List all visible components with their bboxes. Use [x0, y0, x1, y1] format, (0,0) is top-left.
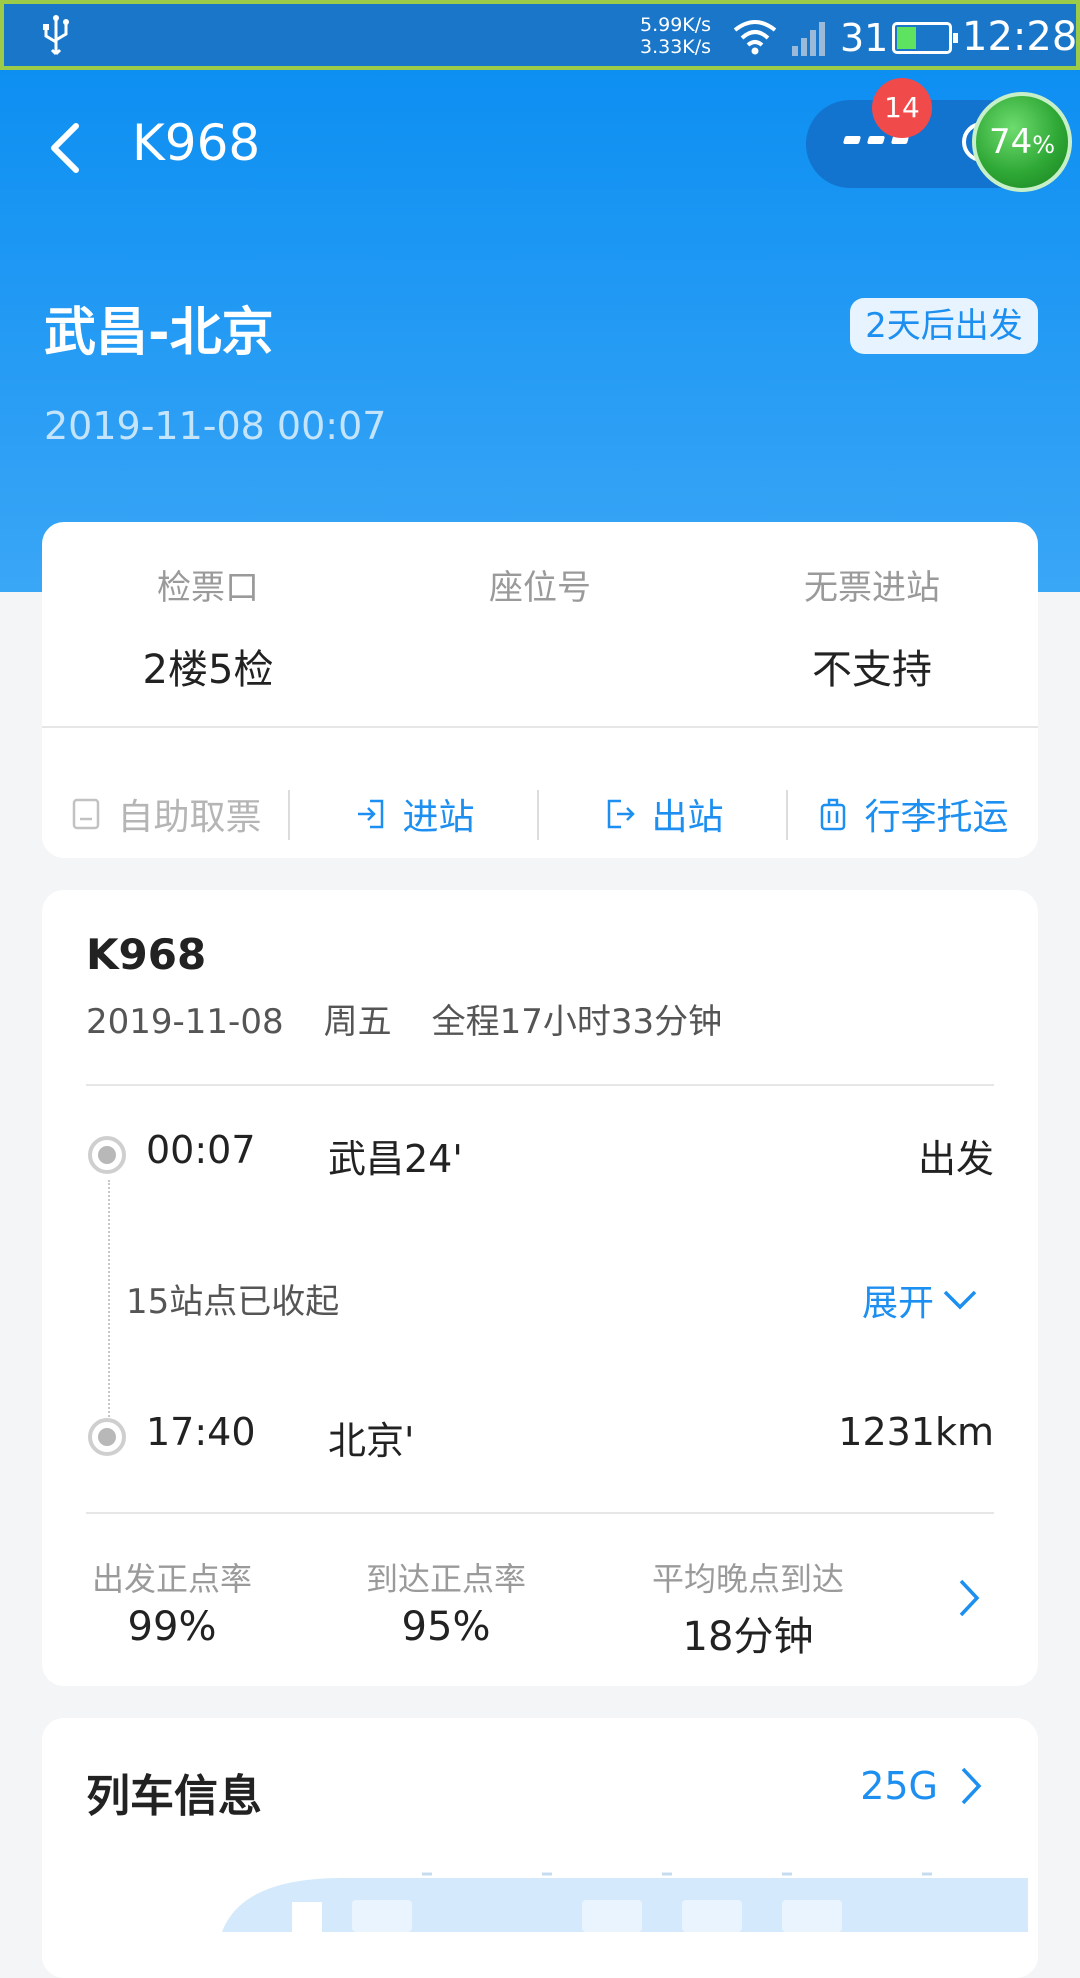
train-info-card: 列车信息 25G: [42, 1718, 1038, 1978]
arrive-stop-dot: [88, 1418, 126, 1456]
divider: [86, 1512, 994, 1514]
back-icon[interactable]: [48, 122, 82, 174]
action-separator: [288, 790, 290, 840]
collapsed-stops-text: 15站点已收起: [126, 1282, 340, 1322]
exit-icon: [608, 799, 636, 829]
battery-icon: [892, 22, 958, 54]
progress-value: 74: [988, 122, 1033, 162]
depart-countdown-badge: 2天后出发: [850, 298, 1038, 354]
baggage-checkin-button[interactable]: 行李托运: [789, 766, 1038, 862]
progress-unit: %: [1032, 131, 1056, 159]
route-title: 武昌-北京: [44, 303, 274, 363]
gate-label: 检票口: [157, 568, 259, 608]
no-ticket-entry-value: 不支持: [812, 647, 932, 693]
chevron-right-icon[interactable]: [958, 1578, 980, 1618]
arrive-rate-value: 95%: [401, 1604, 491, 1650]
action-separator: [537, 790, 539, 840]
battery-tip: [953, 33, 958, 43]
depart-rate-label: 出发正点率: [91, 1560, 252, 1598]
route-datetime: 2019-11-08 00:07: [44, 404, 387, 448]
station-actions: 自助取票 进站 出站 行李托运: [42, 766, 1038, 862]
timeline-line: [108, 1180, 110, 1440]
speed-down: 5.99K/s: [640, 14, 712, 36]
wifi-icon: [733, 20, 777, 55]
average-delay: 平均晚点到达 18分钟: [628, 1554, 868, 1662]
train-number: K968: [86, 930, 207, 979]
action-separator: [786, 790, 788, 840]
ticket-machine-icon: [73, 798, 100, 830]
expand-stops-button[interactable]: 展开: [862, 1274, 978, 1326]
chevron-down-icon: [943, 1290, 977, 1310]
depart-rate-value: 99%: [127, 1604, 217, 1650]
depart-station: 武昌24': [328, 1137, 463, 1181]
usb-icon: [43, 15, 69, 56]
notification-badge: 14: [872, 78, 932, 138]
arrive-rate-label: 到达正点率: [365, 1560, 526, 1598]
depart-label: 出发: [917, 1137, 994, 1181]
gate-value: 2楼5检: [142, 647, 274, 693]
ticket-info-card: 检票口 2楼5检 座位号 无票进站 不支持 自助取票 进站 出站 行李托运: [42, 522, 1038, 858]
floating-progress-ball[interactable]: 74%: [972, 92, 1072, 192]
train-weekday: 周五: [323, 1002, 392, 1042]
no-ticket-entry-label: 无票进站: [804, 568, 940, 608]
train-date: 2019-11-08: [86, 1002, 284, 1042]
depart-stop-dot: [88, 1136, 126, 1174]
carriage-type: 25G: [860, 1764, 938, 1808]
arrive-punctuality: 到达正点率 95%: [356, 1554, 536, 1650]
self-pickup-label: 自助取票: [117, 797, 262, 838]
enter-station-button[interactable]: 进站: [291, 766, 540, 862]
seat-label: 座位号: [489, 568, 591, 608]
battery-fill: [897, 27, 916, 49]
divider: [42, 726, 1038, 728]
no-ticket-entry-info: 无票进站 不支持: [706, 560, 1038, 693]
chevron-right-icon: [961, 1767, 982, 1805]
train-info-title: 列车信息: [86, 1771, 262, 1822]
train-meta: 2019-11-08 周五 全程17小时33分钟: [86, 994, 762, 1043]
enter-station-label: 进站: [402, 797, 475, 838]
train-illustration: [222, 1872, 1028, 1932]
seat-value: [374, 637, 706, 685]
avg-delay-label: 平均晚点到达: [651, 1560, 844, 1598]
exit-station-button[interactable]: 出站: [540, 766, 789, 862]
divider: [86, 1084, 994, 1086]
nav-bar: K968 14: [0, 70, 1080, 220]
gate-info: 检票口 2楼5检: [42, 560, 374, 693]
exit-station-label: 出站: [651, 797, 724, 838]
status-bar: 5.99K/s 3.33K/s 31 12:28: [0, 0, 1080, 70]
depart-punctuality: 出发正点率 99%: [82, 1554, 262, 1650]
speed-up: 3.33K/s: [640, 36, 712, 58]
train-duration: 全程17小时33分钟: [431, 1002, 723, 1042]
enter-icon: [358, 799, 384, 829]
arrive-time: 17:40: [146, 1410, 256, 1454]
depart-time: 00:07: [146, 1128, 256, 1172]
page-title: K968: [132, 114, 261, 172]
expand-label: 展开: [861, 1283, 934, 1324]
seat-info: 座位号: [374, 560, 706, 685]
avg-delay-value: 18分钟: [682, 1614, 814, 1660]
distance: 1231km: [838, 1410, 994, 1454]
self-pickup-button[interactable]: 自助取票: [42, 766, 291, 862]
arrive-station: 北京': [328, 1419, 415, 1463]
luggage-icon: [821, 798, 846, 831]
train-schedule-card: K968 2019-11-08 周五 全程17小时33分钟 00:07 武昌24' …: [42, 890, 1038, 1686]
more-icon[interactable]: [842, 136, 910, 152]
signal-number: 31: [840, 16, 889, 60]
carriage-type-link[interactable]: 25G: [860, 1764, 982, 1808]
clock: 12:28: [962, 14, 1078, 60]
baggage-checkin-label: 行李托运: [864, 797, 1009, 838]
network-speed: 5.99K/s 3.33K/s: [640, 14, 711, 58]
signal-icon: [792, 22, 825, 56]
